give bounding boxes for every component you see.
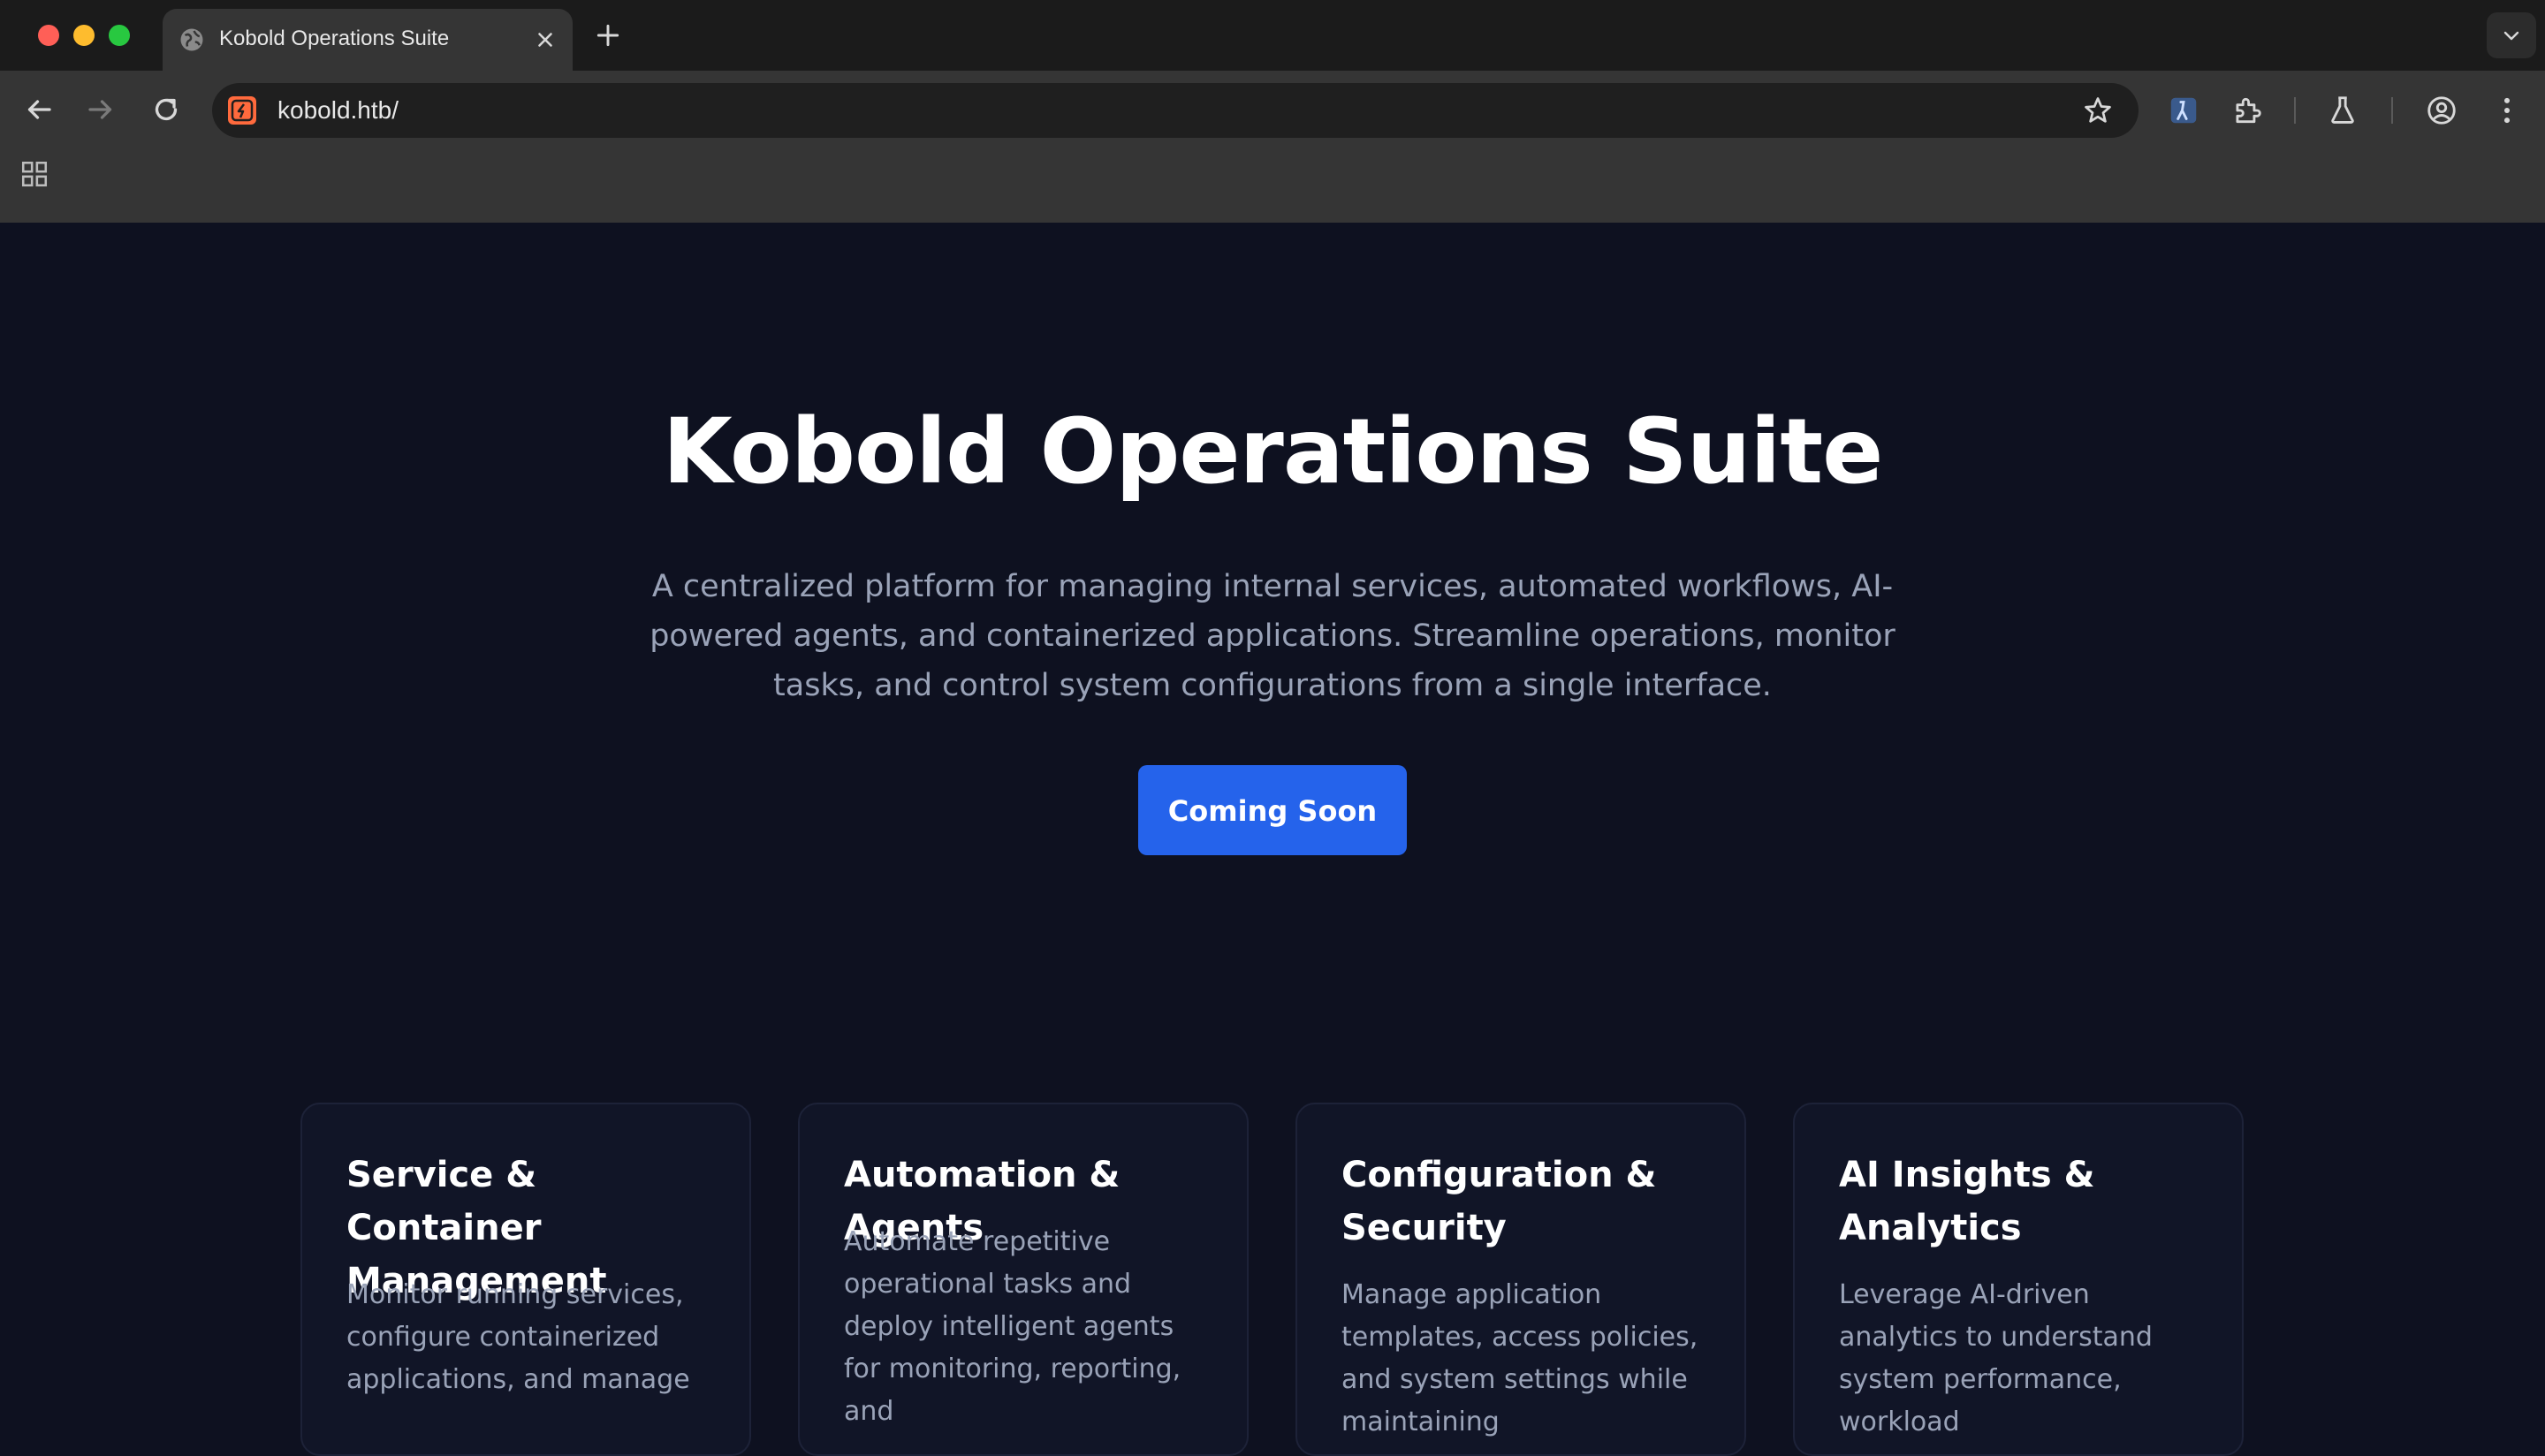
- address-bar[interactable]: kobold.htb/: [212, 83, 2139, 138]
- toolbar-divider: [2391, 97, 2393, 124]
- feature-card-ai-insights: AI Insights & Analytics Leverage AI-driv…: [1793, 1103, 2244, 1456]
- new-tab-icon[interactable]: [594, 21, 622, 49]
- puzzle-icon[interactable]: [2230, 94, 2264, 127]
- feature-card-service-container: Service & Container Management Monitor r…: [300, 1103, 751, 1456]
- extension-icon[interactable]: [2167, 94, 2200, 127]
- browser-toolbar: kobold.htb/: [0, 71, 2545, 223]
- page-title: Kobold Operations Suite: [662, 399, 1884, 504]
- tab-strip: Kobold Operations Suite: [0, 0, 2545, 71]
- site-favicon-icon: [228, 96, 256, 125]
- minimize-window-button[interactable]: [73, 25, 95, 46]
- more-menu-icon[interactable]: [2490, 94, 2524, 127]
- bookmark-star-icon[interactable]: [2082, 95, 2114, 126]
- active-tab[interactable]: Kobold Operations Suite: [163, 9, 573, 71]
- apps-grid-icon[interactable]: [19, 159, 49, 189]
- tab-title: Kobold Operations Suite: [219, 27, 450, 50]
- chevron-down-icon: [2503, 31, 2519, 41]
- feature-card-title: AI Insights & Analytics: [1839, 1155, 2095, 1248]
- profile-icon[interactable]: [2425, 94, 2458, 127]
- feature-card-configuration-security: Configuration & Security Manage applicat…: [1295, 1103, 1746, 1456]
- feature-card-description: Monitor running services, configure cont…: [346, 1279, 690, 1395]
- feature-card-automation-agents: Automation & Agents Automate repetitive …: [798, 1103, 1249, 1456]
- toolbar-divider: [2294, 97, 2296, 124]
- url-text: kobold.htb/: [277, 96, 399, 124]
- reload-icon[interactable]: [150, 94, 182, 125]
- tab-search-button[interactable]: [2487, 12, 2536, 58]
- coming-soon-button[interactable]: Coming Soon: [1138, 765, 1407, 855]
- close-window-button[interactable]: [38, 25, 59, 46]
- hero-description: A centralized platform for managing inte…: [650, 569, 1895, 703]
- maximize-window-button[interactable]: [109, 25, 130, 46]
- close-tab-icon[interactable]: [534, 28, 557, 51]
- feature-card-description: Manage application templates, access pol…: [1341, 1279, 1698, 1437]
- globe-icon: [180, 28, 203, 51]
- forward-arrow-icon[interactable]: [85, 94, 117, 125]
- feature-card-description: Automate repetitive operational tasks an…: [844, 1226, 1181, 1427]
- feature-card-description: Leverage AI-driven analytics to understa…: [1839, 1279, 2153, 1437]
- feature-card-title: Configuration & Security: [1341, 1155, 1657, 1248]
- back-arrow-icon[interactable]: [23, 94, 55, 125]
- flask-icon[interactable]: [2326, 94, 2359, 127]
